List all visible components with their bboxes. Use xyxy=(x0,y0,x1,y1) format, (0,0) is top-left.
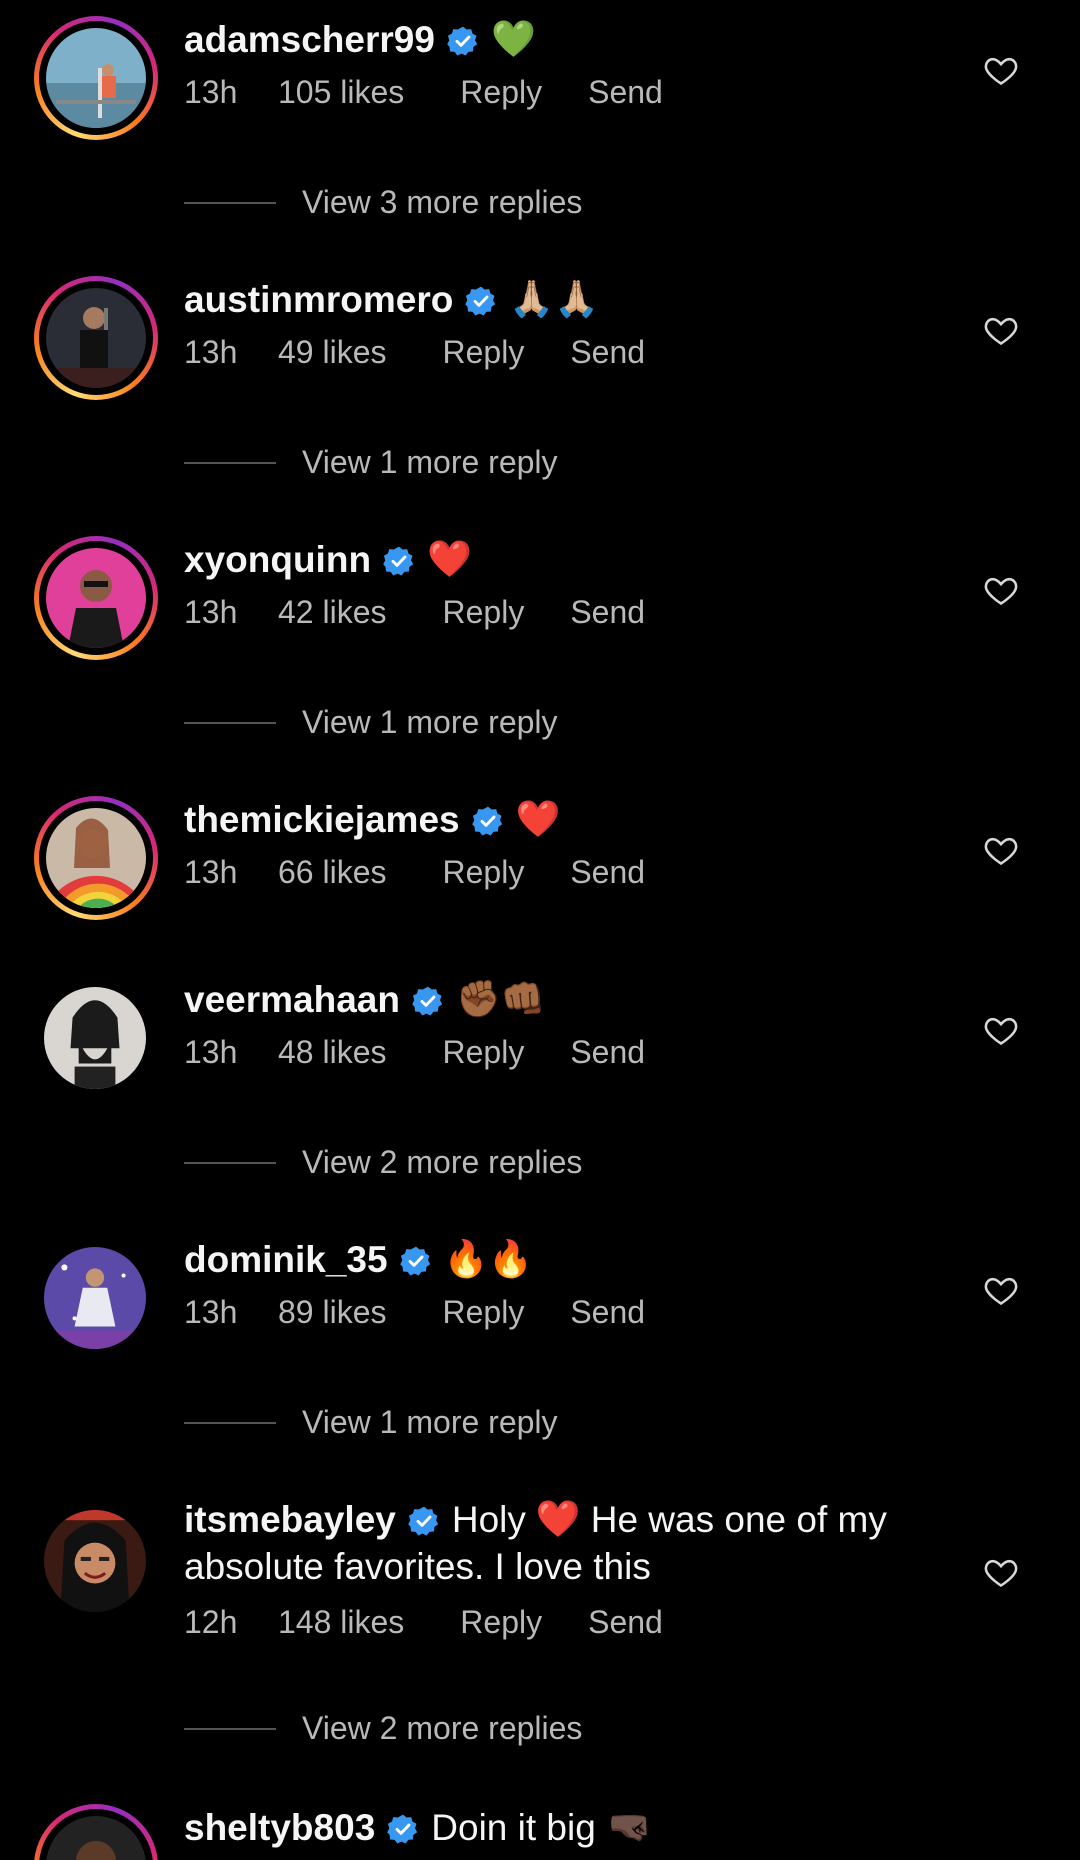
avatar-image xyxy=(44,1247,146,1349)
like-heart-icon[interactable] xyxy=(983,1554,1019,1590)
send-button[interactable]: Send xyxy=(570,334,645,371)
replies-divider xyxy=(184,721,276,724)
likes-count[interactable]: 48 likes xyxy=(278,1034,387,1071)
comment-username[interactable]: adamscherr99 xyxy=(184,16,435,64)
like-heart-icon[interactable] xyxy=(983,312,1019,348)
red-heart-icon: ❤️ xyxy=(535,1499,581,1540)
send-button[interactable]: Send xyxy=(588,74,663,111)
reply-button[interactable]: Reply xyxy=(443,594,525,631)
avatar-image xyxy=(46,548,146,648)
verified-badge-icon xyxy=(399,1245,432,1277)
avatar-dominik_35[interactable] xyxy=(44,1247,146,1349)
right-fist-icon: 🤜🏿 xyxy=(607,1807,653,1848)
avatar-adamscherr99[interactable] xyxy=(34,16,158,140)
comment-time: 13h xyxy=(184,1294,238,1330)
avatar-image xyxy=(46,808,146,908)
comment-username[interactable]: xyonquinn xyxy=(184,536,371,584)
view-replies-label[interactable]: View 2 more replies xyxy=(302,1144,582,1181)
avatar-themickiejames[interactable] xyxy=(34,796,158,920)
red-heart-icon: ❤️ xyxy=(515,799,561,840)
verified-badge-icon xyxy=(412,985,444,1017)
likes-count[interactable]: 148 likes xyxy=(278,1604,404,1641)
view-replies-label[interactable]: View 2 more replies xyxy=(302,1710,582,1747)
like-heart-icon[interactable] xyxy=(983,1272,1019,1308)
comment-text: He was one of my xyxy=(590,1499,887,1540)
verified-badge-icon xyxy=(447,25,479,57)
view-more-replies[interactable]: View 1 more reply xyxy=(184,704,884,741)
like-heart-icon[interactable] xyxy=(983,1012,1019,1048)
avatar-itsmebayley[interactable] xyxy=(44,1510,146,1612)
replies-divider xyxy=(184,201,276,204)
reply-button[interactable]: Reply xyxy=(443,1294,525,1331)
avatar-image xyxy=(44,987,146,1089)
comment-time: 13h xyxy=(184,334,238,370)
comment-username[interactable]: itsmebayley xyxy=(184,1496,396,1544)
verified-badge-icon xyxy=(408,1505,440,1537)
send-button[interactable]: Send xyxy=(570,1034,645,1071)
likes-count[interactable]: 42 likes xyxy=(278,594,387,631)
like-heart-icon[interactable] xyxy=(983,572,1019,608)
avatar-xyonquinn[interactable] xyxy=(34,536,158,660)
view-replies-label[interactable]: View 1 more reply xyxy=(302,704,558,741)
avatar-image xyxy=(46,28,146,128)
replies-divider xyxy=(184,1421,276,1424)
reply-button[interactable]: Reply xyxy=(443,854,525,891)
avatar-veermahaan[interactable] xyxy=(44,987,146,1089)
verified-badge-icon xyxy=(383,545,415,577)
verified-badge-icon xyxy=(471,805,504,837)
green-heart-icon: 💚 xyxy=(490,19,536,60)
send-button[interactable]: Send xyxy=(570,594,645,631)
send-button[interactable]: Send xyxy=(588,1604,663,1641)
comment-username[interactable]: austinmromero xyxy=(184,276,453,324)
comment-time: 13h xyxy=(184,594,238,630)
comment-username[interactable]: veermahaan xyxy=(184,976,400,1024)
like-heart-icon[interactable] xyxy=(983,832,1019,868)
view-more-replies[interactable]: View 1 more reply xyxy=(184,1404,884,1441)
replies-divider xyxy=(184,461,276,464)
comment-text: Doin it big xyxy=(431,1807,596,1848)
comment-text-line2: absolute favorites. I love this xyxy=(184,1546,651,1587)
comment-username[interactable]: dominik_35 xyxy=(184,1236,388,1284)
reply-button[interactable]: Reply xyxy=(460,1604,542,1641)
view-more-replies[interactable]: View 2 more replies xyxy=(184,1710,884,1747)
like-heart-icon[interactable] xyxy=(983,52,1019,88)
praying-hands-icon: 🙏🏼🙏🏼 xyxy=(509,279,599,320)
view-replies-label[interactable]: View 3 more replies xyxy=(302,184,582,221)
comment-time: 13h xyxy=(184,74,238,110)
verified-badge-icon xyxy=(387,1813,419,1845)
view-more-replies[interactable]: View 3 more replies xyxy=(184,184,884,221)
likes-count[interactable]: 49 likes xyxy=(278,334,387,371)
comments-feed[interactable]: adamscherr99 💚 13h 105 likes Reply Send … xyxy=(0,0,1080,1860)
avatar-image xyxy=(46,1816,146,1860)
fire-icon: 🔥🔥 xyxy=(443,1239,534,1280)
likes-count[interactable]: 66 likes xyxy=(278,854,387,891)
view-replies-label[interactable]: View 1 more reply xyxy=(302,1404,558,1441)
comment-time: 12h xyxy=(184,1604,238,1640)
view-replies-label[interactable]: View 1 more reply xyxy=(302,444,558,481)
view-more-replies[interactable]: View 1 more reply xyxy=(184,444,884,481)
red-heart-icon: ❤️ xyxy=(427,539,472,580)
reply-button[interactable]: Reply xyxy=(443,1034,525,1071)
reply-button[interactable]: Reply xyxy=(460,74,542,111)
comment-username[interactable]: sheltyb803 xyxy=(184,1804,375,1852)
comment-text: Holy xyxy=(451,1499,526,1540)
avatar-image xyxy=(46,288,146,388)
avatar-austinmromero[interactable] xyxy=(34,276,158,400)
avatar-sheltyb803[interactable] xyxy=(34,1804,158,1860)
replies-divider xyxy=(184,1161,276,1164)
view-more-replies[interactable]: View 2 more replies xyxy=(184,1144,884,1181)
likes-count[interactable]: 89 likes xyxy=(278,1294,387,1331)
send-button[interactable]: Send xyxy=(570,1294,645,1331)
likes-count[interactable]: 105 likes xyxy=(278,74,404,111)
comment-time: 13h xyxy=(184,854,238,890)
comment-username[interactable]: themickiejames xyxy=(184,796,460,844)
comment-time: 13h xyxy=(184,1034,238,1070)
verified-badge-icon xyxy=(465,285,497,317)
replies-divider xyxy=(184,1727,276,1730)
raised-fist-punch-icon: ✊🏾👊🏾 xyxy=(455,979,546,1020)
send-button[interactable]: Send xyxy=(570,854,645,891)
avatar-image xyxy=(44,1510,146,1612)
reply-button[interactable]: Reply xyxy=(443,334,525,371)
